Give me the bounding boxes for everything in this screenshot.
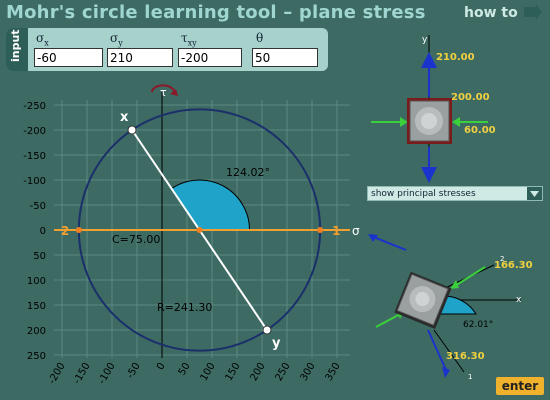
enter-button[interactable]: enter (496, 377, 544, 395)
sigma-tick-label: 300 (299, 361, 318, 383)
sigma-1-value: 316.30 (446, 351, 485, 362)
principal-point-2[interactable] (75, 227, 82, 233)
sigma-tick-label: -100 (97, 361, 118, 386)
radius-label: R=241.30 (157, 301, 212, 314)
display-mode-dropdown[interactable]: show principal stresses (367, 186, 543, 201)
stress-element-rotated: x 62.01° 2 1 166.30 316.30 (368, 234, 533, 381)
tau-tick-label: -100 (23, 176, 46, 187)
sigma-1-arrow-icon (427, 329, 447, 371)
theta-label: θ (256, 31, 264, 45)
point-x-label: x (120, 110, 129, 125)
chevron-down-icon[interactable] (527, 187, 542, 200)
tau-tick-label: 50 (33, 251, 46, 262)
sigma-tick-label: -200 (47, 361, 68, 386)
rotated-x-axis-label: x (516, 295, 522, 305)
point-x[interactable] (127, 125, 137, 135)
tau-tick-label: -150 (23, 151, 46, 162)
sigma-tick-label: 250 (274, 361, 293, 383)
sigma-2-value: 166.30 (494, 260, 533, 271)
arrow-icon[interactable] (522, 4, 542, 20)
rotation-arrowhead-icon (170, 89, 178, 96)
rotation-arrow-icon (151, 84, 175, 93)
sigma-tick-label: 200 (249, 361, 268, 383)
tau-xy-label: τxy (181, 31, 197, 48)
tau-axis-ticks: -250 -200 -150 -100 -50 0 50 100 150 200 250 (23, 101, 46, 362)
principal-point-1[interactable] (317, 227, 324, 233)
tau-axis-label: τ (160, 86, 167, 99)
tau-tick-label: -250 (23, 101, 46, 112)
plot-grid (54, 100, 350, 358)
sigma-x-label: σx (36, 31, 49, 48)
sigma-tick-label: 150 (224, 361, 243, 383)
center-label: C=75.00 (112, 233, 160, 246)
tau-tick-label: 250 (27, 351, 46, 362)
sigma-tick-label: 350 (324, 361, 343, 383)
sigma-tick-label: 50 (177, 361, 193, 378)
dropdown-selected: show principal stresses (371, 189, 476, 199)
tau-tick-label: 200 (27, 326, 46, 337)
principal-2-label: 2 (61, 224, 69, 238)
sigma-tick-label: -150 (72, 361, 93, 386)
tau-xy-input[interactable] (178, 48, 242, 67)
input-section-label: input (9, 29, 22, 62)
element-y-axis-label: y (422, 35, 428, 45)
tau-tick-label: 0 (40, 226, 46, 237)
sigma-y-value: 210.00 (436, 52, 475, 63)
howto-link[interactable]: how to (464, 5, 518, 21)
sigma-y-input[interactable] (107, 48, 173, 67)
center-point (196, 227, 203, 233)
sigma-tick-label: 0 (155, 361, 168, 372)
sigma-2-arrow-icon (370, 235, 407, 251)
tau-xy-value: 200.00 (451, 92, 490, 103)
sigma-axis-ticks: -200 -150 -100 -50 0 50 100 150 200 250 300 350 (47, 361, 343, 386)
mohr-circle (77, 108, 322, 352)
sigma-tick-label: -50 (125, 361, 143, 381)
tau-tick-label: 100 (27, 276, 46, 287)
app-title: Mohr's circle learning tool – plane stre… (6, 2, 426, 23)
tau-tick-label: 150 (27, 301, 46, 312)
sigma-axis-label: σ (352, 224, 360, 238)
point-y[interactable] (262, 325, 272, 335)
principal-1-axis-label: 1 (468, 373, 472, 381)
sigma-x-value: 60.00 (464, 125, 496, 136)
tau-tick-label: -50 (30, 201, 46, 212)
point-y-label: y (272, 336, 281, 351)
sigma-y-label: σy (110, 31, 123, 48)
angle-label: 124.02° (226, 166, 270, 179)
diameter-line (131, 129, 268, 331)
tau-tick-label: -200 (23, 126, 46, 137)
principal-1-label: 1 (332, 224, 340, 238)
angle-wedge (170, 179, 251, 231)
sigma-tick-label: 100 (199, 361, 218, 383)
sigma-x-input[interactable] (34, 48, 103, 67)
rotation-angle-label: 62.01° (463, 320, 493, 330)
theta-input[interactable] (252, 48, 318, 67)
stress-element-top: y 210.00 200.00 60.00 (371, 35, 496, 183)
